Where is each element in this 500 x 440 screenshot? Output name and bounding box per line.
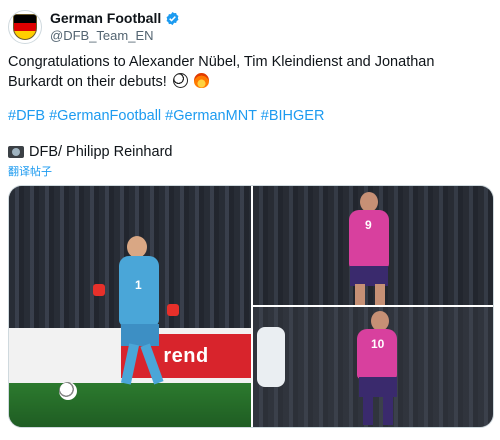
author-handle[interactable]: @DFB_Team_EN <box>50 28 154 43</box>
verified-badge-icon <box>166 11 179 25</box>
hashtag-bihger[interactable]: #BIHGER <box>261 108 325 124</box>
hashtag-germanfootball[interactable]: #GermanFootball <box>49 108 161 124</box>
hashtags: #DFB #GermanFootball #GermanMNT #BIHGER <box>8 106 324 126</box>
camera-icon <box>8 146 24 158</box>
hashtag-germanmnt[interactable]: #GermanMNT <box>165 108 257 124</box>
avatar[interactable] <box>8 10 42 44</box>
photo-credit: DFB/ Philipp Reinhard <box>8 142 172 162</box>
author-row: German Football <box>50 10 180 26</box>
jersey-number: 9 <box>365 218 372 232</box>
hashtag-dfb[interactable]: #DFB <box>8 108 45 124</box>
goalkeeper-photo[interactable]: rend 1 <box>9 186 251 427</box>
ad-board-text: rend <box>163 344 209 367</box>
player-9-photo[interactable]: 9 <box>253 186 493 305</box>
jersey-number: 10 <box>371 337 385 351</box>
tweet-body: Congratulations to Alexander Nübel, Tim … <box>8 54 435 90</box>
jersey-number: 1 <box>135 278 142 292</box>
dfb-crest-icon <box>13 14 37 40</box>
display-name[interactable]: German Football <box>50 10 161 26</box>
player-10-photo[interactable]: 10 <box>253 307 493 427</box>
soccer-ball-icon <box>172 73 188 88</box>
credit-text: DFB/ Philipp Reinhard <box>29 144 173 160</box>
match-ball <box>59 382 77 400</box>
translate-post-link[interactable]: 翻译帖子 <box>8 163 52 179</box>
media-grid: rend 1 9 10 <box>8 185 494 428</box>
fire-icon <box>193 73 209 88</box>
tweet-text: Congratulations to Alexander Nübel, Tim … <box>8 52 478 92</box>
